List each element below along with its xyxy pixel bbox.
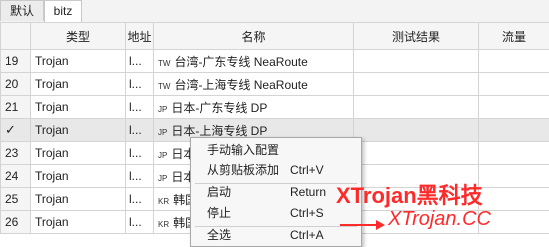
row-type: Trojan bbox=[31, 96, 126, 119]
region-flag: TW bbox=[158, 82, 170, 91]
row-name-text: 日本-广东专线 DP bbox=[171, 101, 267, 115]
row-test-result bbox=[354, 119, 479, 142]
row-index: 23 bbox=[1, 142, 31, 165]
menu-item-shortcut: Ctrl+V bbox=[290, 160, 324, 181]
row-type: Trojan bbox=[31, 188, 126, 211]
watermark-url: XTrojan.CC bbox=[388, 208, 491, 231]
row-traffic bbox=[479, 73, 549, 96]
row-address: l... bbox=[126, 211, 154, 234]
region-flag: JP bbox=[158, 151, 167, 160]
menu-item-label: 全选 bbox=[207, 225, 231, 246]
arrow-right-icon bbox=[340, 218, 386, 232]
menu-item-shortcut: Ctrl+S bbox=[290, 203, 324, 224]
menu-item-manual-input[interactable]: 手动输入配置 bbox=[191, 140, 361, 161]
menu-item-label: 停止 bbox=[207, 203, 231, 224]
row-traffic bbox=[479, 142, 549, 165]
column-header-type[interactable]: 类型 bbox=[31, 23, 126, 50]
row-name-text: 台湾-上海专线 NeaRoute bbox=[174, 78, 307, 92]
row-name-text: 日本-上海专线 DP bbox=[171, 124, 267, 138]
row-test-result bbox=[354, 50, 479, 73]
menu-item-label: 启动 bbox=[207, 182, 231, 203]
row-traffic bbox=[479, 50, 549, 73]
row-address: l... bbox=[126, 50, 154, 73]
row-traffic bbox=[479, 165, 549, 188]
table-row[interactable]: 19 Trojan l... TW 台湾-广东专线 NeaRoute bbox=[1, 50, 549, 73]
row-type: Trojan bbox=[31, 211, 126, 234]
row-index: 25 bbox=[1, 188, 31, 211]
region-flag: JP bbox=[158, 128, 167, 137]
menu-item-select-all[interactable]: 全选 Ctrl+A bbox=[191, 225, 361, 246]
row-traffic bbox=[479, 119, 549, 142]
column-header-traffic[interactable]: 流量 bbox=[479, 23, 549, 50]
table-row[interactable]: 20 Trojan l... TW 台湾-上海专线 NeaRoute bbox=[1, 73, 549, 96]
region-flag: KR bbox=[158, 197, 169, 206]
row-type: Trojan bbox=[31, 142, 126, 165]
row-address: l... bbox=[126, 142, 154, 165]
row-type: Trojan bbox=[31, 119, 126, 142]
row-test-result bbox=[354, 96, 479, 119]
menu-item-label: 从剪贴板添加 bbox=[207, 160, 279, 181]
row-address: l... bbox=[126, 96, 154, 119]
row-address: l... bbox=[126, 188, 154, 211]
profile-tabs: 默认 bitz bbox=[0, 0, 549, 23]
menu-item-shortcut: Return bbox=[290, 182, 326, 203]
row-index: 24 bbox=[1, 165, 31, 188]
row-name-text: 台湾-广东专线 NeaRoute bbox=[174, 55, 307, 69]
table-header-row: 类型 地址 名称 测试结果 流量 bbox=[1, 23, 549, 50]
row-index: 21 bbox=[1, 96, 31, 119]
row-name: JP 日本-广东专线 DP bbox=[154, 96, 354, 119]
region-flag: JP bbox=[158, 105, 167, 114]
row-address: l... bbox=[126, 73, 154, 96]
watermark-title: XTrojan黑科技 bbox=[336, 178, 483, 210]
column-header-name[interactable]: 名称 bbox=[154, 23, 354, 50]
row-test-result bbox=[354, 73, 479, 96]
column-header-address[interactable]: 地址 bbox=[126, 23, 154, 50]
row-active-check-icon: ✓ bbox=[1, 119, 31, 142]
region-flag: TW bbox=[158, 59, 170, 68]
table-row[interactable]: 21 Trojan l... JP 日本-广东专线 DP bbox=[1, 96, 549, 119]
row-traffic bbox=[479, 96, 549, 119]
menu-item-label: 手动输入配置 bbox=[207, 140, 279, 161]
row-test-result bbox=[354, 142, 479, 165]
row-type: Trojan bbox=[31, 73, 126, 96]
column-header-index[interactable] bbox=[1, 23, 31, 50]
tab-bitz[interactable]: bitz bbox=[44, 0, 82, 22]
row-index: 19 bbox=[1, 50, 31, 73]
row-index: 20 bbox=[1, 73, 31, 96]
region-flag: JP bbox=[158, 174, 167, 183]
column-header-test-result[interactable]: 测试结果 bbox=[354, 23, 479, 50]
row-name: TW 台湾-广东专线 NeaRoute bbox=[154, 50, 354, 73]
row-index: 26 bbox=[1, 211, 31, 234]
row-name: TW 台湾-上海专线 NeaRoute bbox=[154, 73, 354, 96]
row-type: Trojan bbox=[31, 50, 126, 73]
row-type: Trojan bbox=[31, 165, 126, 188]
tab-default[interactable]: 默认 bbox=[0, 0, 44, 21]
row-address: l... bbox=[126, 165, 154, 188]
region-flag: KR bbox=[158, 220, 169, 229]
menu-item-shortcut: Ctrl+A bbox=[290, 225, 324, 246]
row-address: l... bbox=[126, 119, 154, 142]
